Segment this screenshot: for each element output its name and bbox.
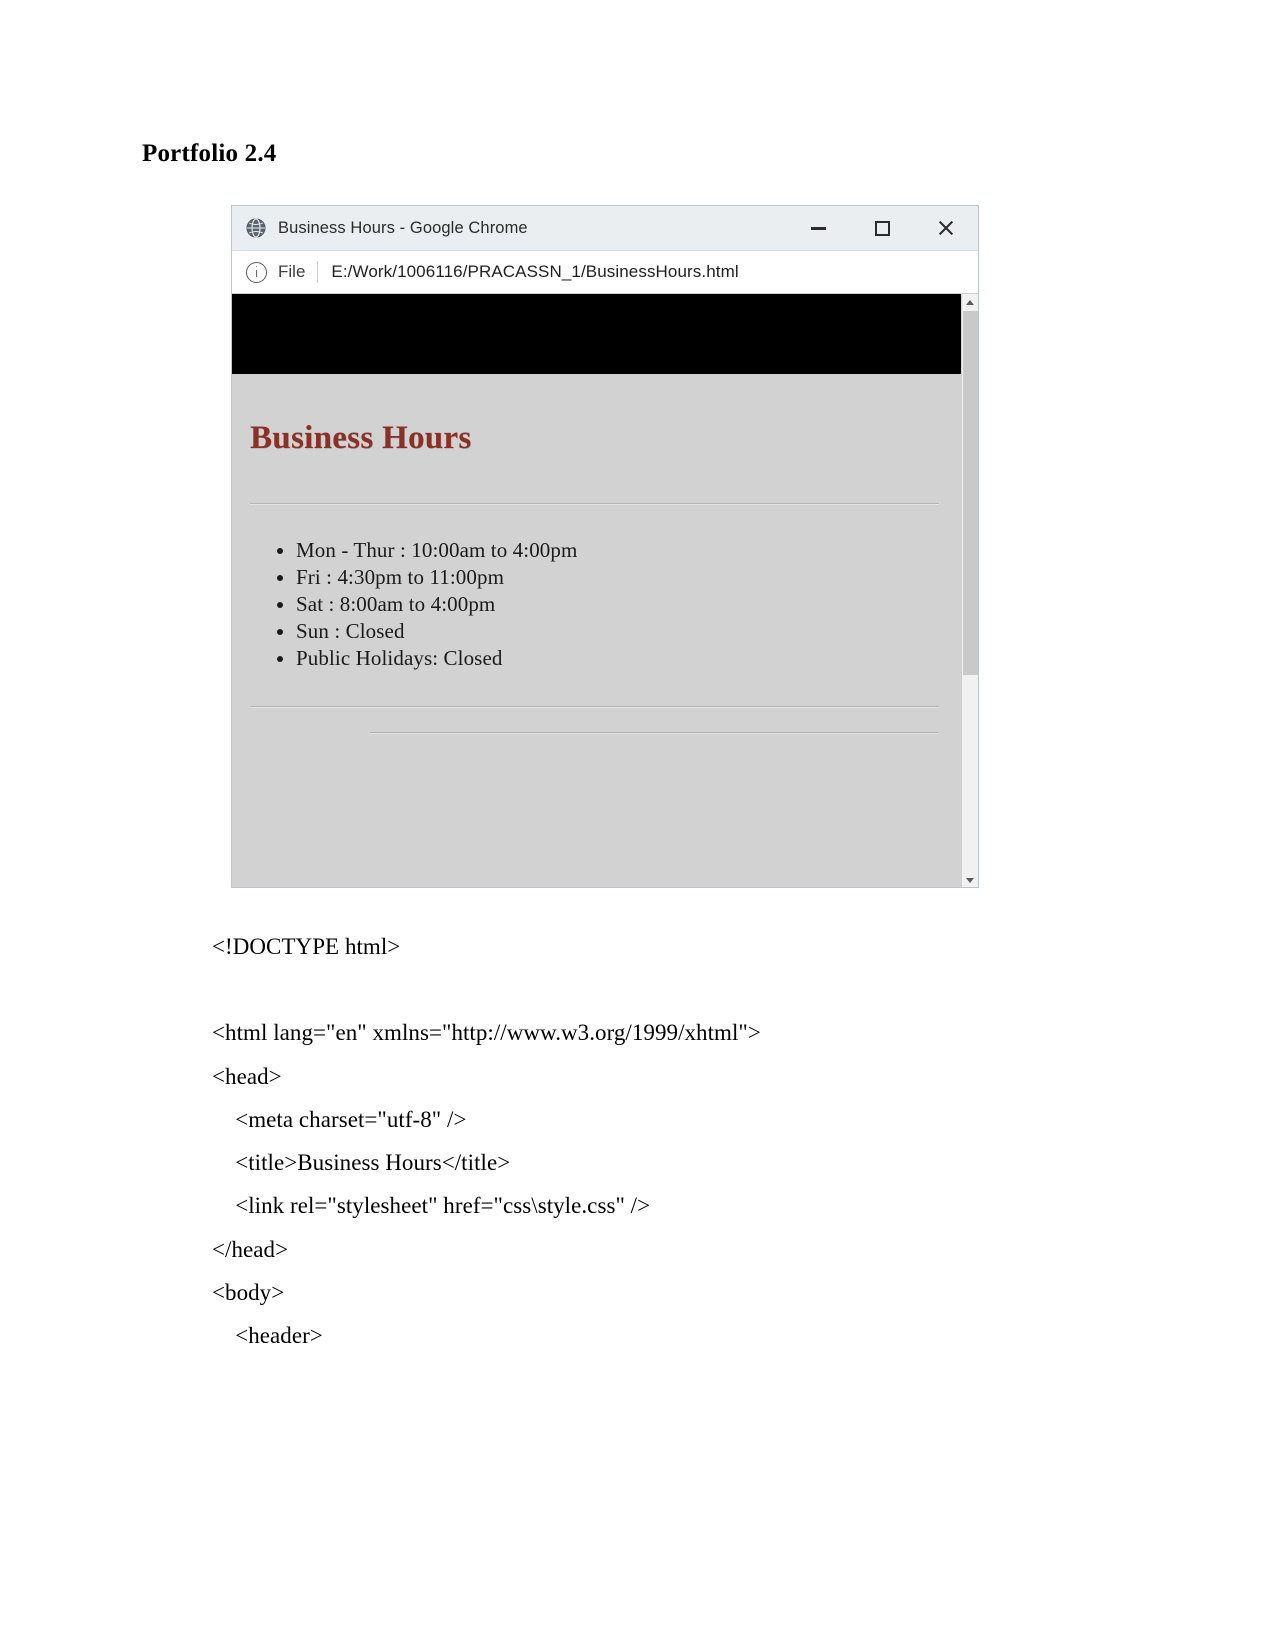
window-title-text: Business Hours - Google Chrome — [278, 218, 528, 237]
code-line: <meta charset="utf-8" /> — [212, 1106, 467, 1132]
list-item: Sun : Closed — [296, 618, 939, 645]
minimize-icon — [810, 226, 826, 230]
browser-title-bar: Business Hours - Google Chrome — [232, 206, 978, 251]
list-item: Sat : 8:00am to 4:00pm — [296, 591, 939, 618]
chevron-down-icon — [966, 878, 974, 883]
browser-viewport: Business Hours Mon - Thur : 10:00am to 4… — [232, 294, 978, 887]
code-listing: <!DOCTYPE html> <html lang="en" xmlns="h… — [212, 925, 1112, 1358]
vertical-scrollbar[interactable] — [961, 294, 978, 887]
window-controls — [786, 206, 978, 250]
code-spacer — [212, 968, 1112, 1011]
browser-window-screenshot: Business Hours - Google Chrome File E:/W… — [231, 205, 979, 888]
page-banner — [232, 294, 961, 374]
divider-footer — [370, 732, 938, 734]
page-title: Portfolio 2.4 — [142, 140, 277, 167]
address-divider — [317, 261, 319, 283]
list-item: Fri : 4:30pm to 11:00pm — [296, 564, 939, 591]
address-bar[interactable]: File E:/Work/1006116/PRACASSN_1/Business… — [232, 251, 978, 294]
list-item: Mon - Thur : 10:00am to 4:00pm — [296, 537, 939, 564]
chevron-up-icon — [966, 300, 974, 305]
vertical-scroll-thumb[interactable] — [963, 311, 978, 675]
business-hours-list: Mon - Thur : 10:00am to 4:00pm Fri : 4:3… — [250, 505, 939, 672]
code-line: <html lang="en" xmlns="http://www.w3.org… — [212, 1020, 761, 1046]
code-line: </head> — [212, 1236, 289, 1262]
close-icon — [937, 219, 955, 237]
rendered-page: Business Hours Mon - Thur : 10:00am to 4… — [232, 294, 961, 887]
close-button[interactable] — [914, 206, 978, 250]
code-line: <!DOCTYPE html> — [212, 934, 401, 959]
code-line: <body> — [212, 1280, 285, 1306]
minimize-button[interactable] — [786, 206, 850, 250]
url-text: E:/Work/1006116/PRACASSN_1/BusinessHours… — [331, 262, 739, 281]
divider-middle — [250, 706, 939, 708]
maximize-button[interactable] — [850, 206, 914, 250]
info-circle-icon[interactable] — [246, 261, 267, 283]
business-hours-heading: Business Hours — [250, 420, 472, 456]
code-line: <header> — [212, 1323, 323, 1349]
code-line: <link rel="stylesheet" href="css\style.c… — [212, 1193, 651, 1219]
code-line: <head> — [212, 1063, 282, 1089]
code-line: <title>Business Hours</title> — [212, 1150, 511, 1176]
scheme-label: File — [278, 262, 306, 281]
scroll-down-button[interactable] — [962, 872, 978, 887]
chrome-globe-icon — [246, 218, 266, 238]
maximize-icon — [874, 220, 890, 236]
page-content: Business Hours Mon - Thur : 10:00am to 4… — [232, 374, 961, 734]
list-item: Public Holidays: Closed — [296, 645, 939, 672]
scroll-up-button[interactable] — [962, 294, 978, 311]
